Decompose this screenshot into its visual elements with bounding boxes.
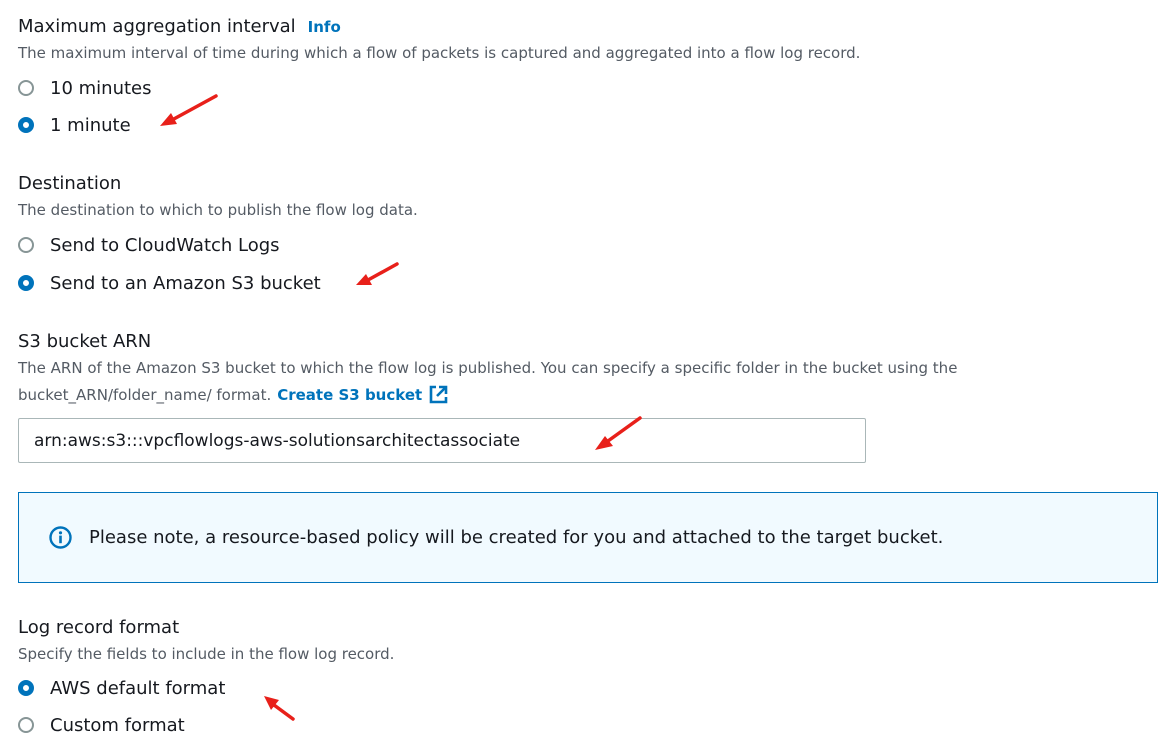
s3-bucket-arn-label: S3 bucket ARN (18, 331, 152, 352)
radio-label-1-minute: 1 minute (50, 114, 131, 136)
aggregation-info-link[interactable]: Info (308, 18, 341, 36)
external-link-icon[interactable] (428, 384, 449, 405)
radio-option-custom-format[interactable]: Custom format (18, 713, 185, 737)
radio-option-s3-bucket[interactable]: Send to an Amazon S3 bucket (18, 271, 321, 295)
radio-label-cloudwatch: Send to CloudWatch Logs (50, 234, 280, 256)
resource-policy-info-alert: Please note, a resource-based policy wil… (18, 492, 1158, 583)
radio-label-custom-format: Custom format (50, 714, 185, 736)
radio-button-selected[interactable] (18, 680, 34, 696)
radio-label-aws-default-format: AWS default format (50, 677, 226, 699)
radio-button-selected[interactable] (18, 117, 34, 133)
radio-label-10-minutes: 10 minutes (50, 77, 152, 99)
radio-button[interactable] (18, 717, 34, 733)
destination-label: Destination (18, 173, 122, 194)
s3-bucket-arn-format-text: bucket_ARN/folder_name/ format. (18, 385, 272, 404)
s3-bucket-arn-description-line2: bucket_ARN/folder_name/ format. Create S… (18, 384, 449, 405)
radio-option-aws-default-format[interactable]: AWS default format (18, 676, 225, 700)
s3-bucket-arn-description-line1: The ARN of the Amazon S3 bucket to which… (18, 359, 958, 377)
annotation-arrow-icon (595, 416, 642, 450)
aggregation-interval-header: Maximum aggregation interval Info (18, 16, 341, 37)
aggregation-interval-label: Maximum aggregation interval (18, 16, 296, 37)
aggregation-interval-description: The maximum interval of time during whic… (18, 44, 861, 62)
radio-option-1-minute[interactable]: 1 minute (18, 113, 131, 137)
radio-label-s3-bucket: Send to an Amazon S3 bucket (50, 272, 321, 294)
annotation-arrow-icon (264, 696, 295, 721)
alert-message: Please note, a resource-based policy wil… (89, 527, 944, 548)
log-record-format-description: Specify the fields to include in the flo… (18, 645, 395, 663)
radio-option-cloudwatch[interactable]: Send to CloudWatch Logs (18, 233, 280, 257)
s3-bucket-arn-input[interactable] (18, 418, 866, 463)
annotation-arrow-icon (160, 94, 218, 126)
radio-button[interactable] (18, 80, 34, 96)
log-record-format-label: Log record format (18, 617, 180, 638)
radio-option-10-minutes[interactable]: 10 minutes (18, 76, 152, 100)
flow-log-settings-form: Maximum aggregation interval Info The max… (0, 0, 1172, 752)
annotation-arrow-icon (356, 262, 399, 285)
radio-button[interactable] (18, 237, 34, 253)
destination-description: The destination to which to publish the … (18, 201, 418, 219)
info-circle-icon (49, 526, 72, 549)
radio-button-selected[interactable] (18, 275, 34, 291)
create-s3-bucket-link[interactable]: Create S3 bucket (277, 386, 422, 404)
